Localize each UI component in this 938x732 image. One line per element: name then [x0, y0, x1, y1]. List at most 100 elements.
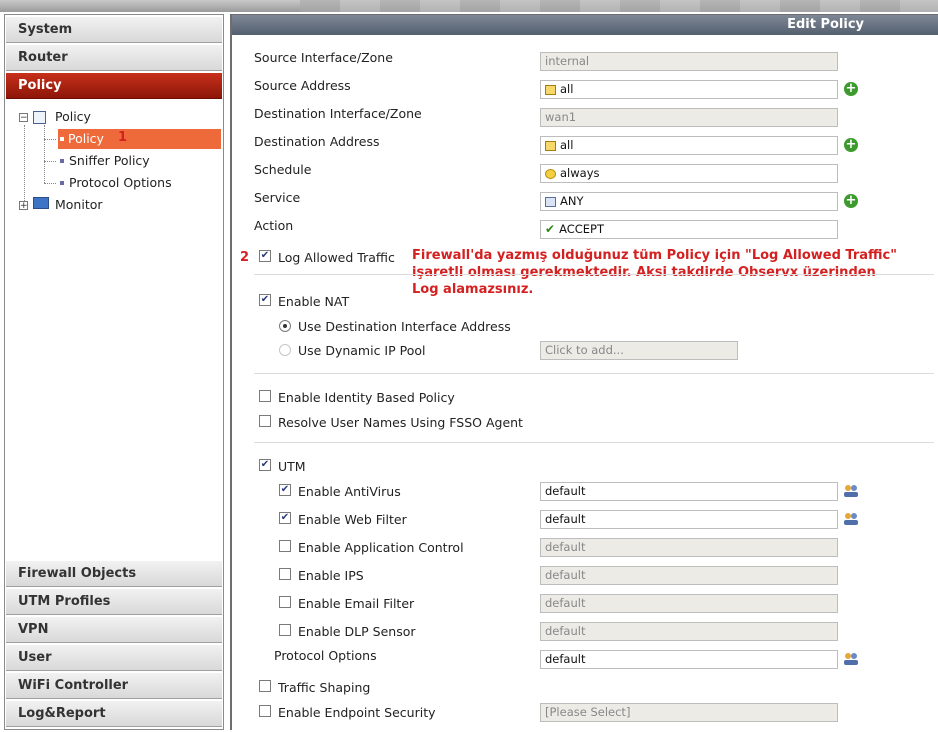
enable-nat-label: Enable NAT — [278, 294, 350, 309]
tree-item-protocol-options[interactable]: Protocol Options — [69, 173, 172, 193]
clock-icon — [545, 168, 556, 179]
webfilter-checkbox[interactable]: ✔ — [279, 512, 291, 524]
destination-interface-field[interactable]: wan1 — [540, 108, 838, 127]
nav-section-router[interactable]: Router — [6, 45, 222, 71]
nav-section-vpn[interactable]: VPN — [6, 617, 222, 643]
source-interface-field[interactable]: internal — [540, 52, 838, 71]
antivirus-label: Enable AntiVirus — [298, 484, 401, 499]
service-icon — [545, 196, 556, 207]
ip-pool-placeholder: Click to add... — [545, 343, 624, 357]
source-address-label: Source Address — [254, 78, 351, 93]
ips-select[interactable]: default — [540, 566, 838, 585]
identity-policy-checkbox[interactable] — [259, 390, 271, 402]
ips-label: Enable IPS — [298, 568, 364, 583]
add-service-icon[interactable]: + — [844, 194, 858, 208]
edit-profile-icon[interactable] — [843, 512, 859, 526]
webfilter-label: Enable Web Filter — [298, 512, 407, 527]
annotation-1: 1 — [118, 130, 128, 145]
tree-item-monitor[interactable]: Monitor — [55, 195, 103, 215]
action-field[interactable]: ✔ ACCEPT — [540, 220, 838, 239]
ip-pool-input[interactable]: Click to add... — [540, 341, 738, 360]
log-allowed-traffic-label: Log Allowed Traffic — [278, 250, 395, 265]
service-value: ANY — [560, 194, 584, 208]
resolve-fsso-label: Resolve User Names Using FSSO Agent — [278, 415, 523, 430]
destination-address-value: all — [560, 138, 574, 152]
endpoint-security-select[interactable]: [Please Select] — [540, 703, 838, 722]
schedule-field[interactable]: always — [540, 164, 838, 183]
enable-nat-checkbox[interactable]: ✔ — [259, 294, 271, 306]
endpoint-security-checkbox[interactable] — [259, 705, 271, 717]
divider — [254, 373, 934, 374]
address-icon — [545, 140, 556, 151]
traffic-shaping-label: Traffic Shaping — [278, 680, 371, 695]
edit-profile-icon[interactable] — [843, 484, 859, 498]
nav-section-log-report[interactable]: Log&Report — [6, 701, 222, 727]
monitor-icon — [33, 197, 49, 209]
tree-item-sniffer-policy[interactable]: Sniffer Policy — [69, 151, 150, 171]
dlp-select[interactable]: default — [540, 622, 838, 641]
appcontrol-label: Enable Application Control — [298, 540, 464, 555]
use-destination-interface-radio[interactable] — [279, 320, 291, 332]
service-field[interactable]: ANY — [540, 192, 838, 211]
destination-interface-value: wan1 — [545, 110, 577, 124]
protocol-options-select[interactable]: default — [540, 650, 838, 669]
utm-checkbox[interactable]: ✔ — [259, 459, 271, 471]
webfilter-value: default — [545, 512, 586, 526]
utm-label: UTM — [278, 459, 306, 474]
dlp-checkbox[interactable] — [279, 624, 291, 636]
destination-address-label: Destination Address — [254, 134, 380, 149]
nav-section-system[interactable]: System — [6, 17, 222, 43]
resolve-fsso-checkbox[interactable] — [259, 415, 271, 427]
address-icon — [545, 84, 556, 95]
source-address-value: all — [560, 82, 574, 96]
nav-section-policy[interactable]: Policy — [6, 73, 222, 99]
divider — [254, 442, 934, 443]
endpoint-security-value: [Please Select] — [545, 705, 631, 719]
sidebar: System Router Policy − Policy Policy 1 S… — [4, 14, 224, 730]
nav-section-utm-profiles[interactable]: UTM Profiles — [6, 589, 222, 615]
ips-checkbox[interactable] — [279, 568, 291, 580]
antivirus-select[interactable]: default — [540, 482, 838, 501]
webfilter-select[interactable]: default — [540, 510, 838, 529]
nav-section-firewall-objects[interactable]: Firewall Objects — [6, 561, 222, 587]
tree-item-policy-label: Policy — [68, 131, 104, 146]
schedule-label: Schedule — [254, 162, 312, 177]
add-source-address-icon[interactable]: + — [844, 82, 858, 96]
add-destination-address-icon[interactable]: + — [844, 138, 858, 152]
traffic-shaping-checkbox[interactable] — [259, 680, 271, 692]
email-filter-select[interactable]: default — [540, 594, 838, 613]
divider — [254, 274, 934, 275]
appcontrol-checkbox[interactable] — [279, 540, 291, 552]
use-dynamic-ip-pool-radio[interactable] — [279, 344, 291, 356]
checkmark-icon: ✔ — [545, 222, 556, 236]
endpoint-security-label: Enable Endpoint Security — [278, 705, 436, 720]
log-allowed-traffic-checkbox[interactable]: ✔ — [259, 250, 271, 262]
service-label: Service — [254, 190, 301, 205]
email-filter-checkbox[interactable] — [279, 596, 291, 608]
destination-address-field[interactable]: all — [540, 136, 838, 155]
antivirus-value: default — [545, 484, 586, 498]
expand-icon[interactable]: + — [19, 201, 28, 211]
bullet-icon — [60, 159, 64, 163]
tree-item-policy-group[interactable]: Policy — [55, 107, 91, 127]
nav-section-user[interactable]: User — [6, 645, 222, 671]
action-value: ACCEPT — [559, 222, 605, 236]
protocol-options-value: default — [545, 652, 586, 666]
appcontrol-select[interactable]: default — [540, 538, 838, 557]
page-title: Edit Policy — [232, 15, 938, 35]
protocol-options-label: Protocol Options — [274, 648, 377, 663]
use-dynamic-ip-pool-label: Use Dynamic IP Pool — [298, 343, 426, 358]
source-interface-value: internal — [545, 54, 590, 68]
source-address-field[interactable]: all — [540, 80, 838, 99]
schedule-value: always — [560, 166, 600, 180]
top-strip — [0, 0, 938, 12]
dlp-value: default — [545, 624, 586, 638]
tree-line — [44, 161, 56, 162]
nav-section-wifi-controller[interactable]: WiFi Controller — [6, 673, 222, 699]
edit-profile-icon[interactable] — [843, 652, 859, 666]
tree-item-policy[interactable]: Policy — [58, 129, 221, 149]
antivirus-checkbox[interactable]: ✔ — [279, 484, 291, 496]
use-destination-interface-label: Use Destination Interface Address — [298, 319, 511, 334]
email-filter-label: Enable Email Filter — [298, 596, 415, 611]
collapse-icon[interactable]: − — [19, 113, 28, 123]
